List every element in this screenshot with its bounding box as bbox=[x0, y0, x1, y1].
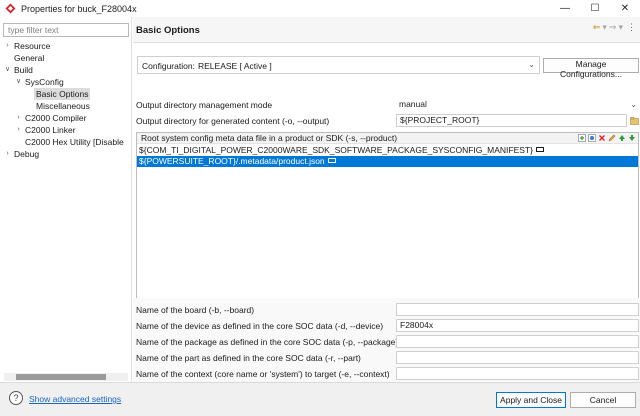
product-list-header: Root system config meta data file in a p… bbox=[137, 133, 638, 144]
output-dir-label: Output directory for generated content (… bbox=[136, 116, 330, 126]
context-input[interactable] bbox=[396, 367, 639, 380]
sidebar-item-basic-options[interactable]: Basic Options bbox=[0, 88, 132, 100]
list-item[interactable]: ${COM_TI_DIGITAL_POWER_C2000WARE_SDK_SOF… bbox=[137, 145, 638, 156]
sidebar-item-sysconfig[interactable]: ∨ SysConfig bbox=[0, 76, 132, 88]
configuration-selector[interactable]: Configuration: RELEASE [ Active ] ⌄ bbox=[137, 56, 540, 74]
output-mode-value: manual bbox=[399, 99, 427, 109]
sidebar-item-label: Resource bbox=[14, 41, 51, 51]
maximize-button[interactable]: ☐ bbox=[580, 0, 610, 17]
sidebar-item-c2000-linker[interactable]: › C2000 Linker bbox=[0, 124, 132, 136]
sidebar-item-label: Build bbox=[14, 65, 33, 75]
sidebar-item-build[interactable]: ∨ Build bbox=[0, 64, 132, 76]
sidebar-item-label: SysConfig bbox=[25, 77, 64, 87]
move-up-icon[interactable] bbox=[618, 134, 626, 142]
sidebar-item-label: Basic Options bbox=[34, 88, 91, 100]
close-button[interactable]: ✕ bbox=[610, 0, 640, 17]
forward-arrow-icon[interactable]: ⇒ bbox=[609, 22, 617, 33]
output-mode-label: Output directory management mode bbox=[136, 100, 273, 110]
add-icon[interactable] bbox=[578, 134, 586, 142]
sidebar-item-general[interactable]: General bbox=[0, 52, 132, 64]
list-item-text: ${COM_TI_DIGITAL_POWER_C2000WARE_SDK_SOF… bbox=[139, 145, 533, 155]
settings-tree: › Resource General ∨ Build ∨ SysConfig Basic Op… bbox=[0, 40, 132, 160]
product-list[interactable]: Root system config meta data file in a p… bbox=[136, 132, 639, 316]
chevron-down-icon[interactable]: ∨ bbox=[3, 64, 12, 76]
delete-icon[interactable] bbox=[598, 134, 606, 142]
sidebar-scrollbar[interactable] bbox=[4, 373, 128, 381]
edit-icon[interactable] bbox=[608, 134, 616, 142]
page-header: Basic Options ⇐ ▾ ⇒ ▾ ⋮ bbox=[133, 17, 640, 43]
package-label: Name of the package as defined in the co… bbox=[136, 337, 399, 347]
dialog-footer: ? Show advanced settings Apply and Close… bbox=[0, 382, 640, 416]
chevron-down-icon[interactable]: ∨ bbox=[14, 76, 23, 88]
back-menu-icon[interactable]: ▾ bbox=[602, 22, 607, 33]
part-input[interactable] bbox=[396, 351, 639, 364]
board-input[interactable] bbox=[396, 303, 639, 316]
edit-value-icon[interactable] bbox=[327, 158, 336, 164]
help-icon[interactable]: ? bbox=[9, 391, 23, 405]
page-title: Basic Options bbox=[136, 25, 200, 36]
part-label: Name of the part as defined in the core … bbox=[136, 353, 361, 363]
list-item-text: ${POWERSUITE_ROOT}/.metadata/product.jso… bbox=[139, 156, 325, 166]
output-mode-select[interactable]: manual ⌄ bbox=[396, 99, 639, 112]
minimize-button[interactable]: — bbox=[550, 0, 580, 17]
configuration-label: Configuration: bbox=[142, 61, 195, 71]
add-workspace-icon[interactable] bbox=[588, 134, 596, 142]
chevron-right-icon[interactable]: › bbox=[3, 40, 12, 52]
device-input[interactable]: F28004x bbox=[396, 319, 639, 332]
chevron-right-icon[interactable]: › bbox=[14, 112, 23, 124]
app-icon bbox=[5, 3, 16, 14]
forward-menu-icon[interactable]: ▾ bbox=[618, 22, 623, 33]
configuration-value[interactable]: RELEASE [ Active ] bbox=[198, 61, 272, 71]
window-title: Properties for buck_F28004x bbox=[21, 3, 137, 14]
board-label: Name of the board (-b, --board) bbox=[136, 305, 255, 315]
sidebar-item-label: C2000 Hex Utility [Disable bbox=[25, 137, 124, 147]
output-dir-input[interactable]: ${PROJECT_ROOT} bbox=[396, 114, 627, 127]
main-panel: Basic Options ⇐ ▾ ⇒ ▾ ⋮ Configuration: R… bbox=[133, 17, 640, 382]
back-arrow-icon[interactable]: ⇐ bbox=[593, 22, 601, 33]
sidebar-item-c2000-hex-utility-disable[interactable]: C2000 Hex Utility [Disable bbox=[0, 136, 132, 148]
sidebar-item-label: Debug bbox=[14, 149, 40, 159]
chevron-right-icon[interactable]: › bbox=[14, 124, 23, 136]
browse-folder-icon[interactable] bbox=[630, 117, 639, 125]
move-down-icon[interactable] bbox=[628, 134, 636, 142]
device-fields-area: Name of the board (-b, --board) Name of … bbox=[133, 298, 640, 382]
package-input[interactable] bbox=[396, 335, 639, 348]
chevron-right-icon[interactable]: › bbox=[3, 148, 12, 160]
sidebar-item-c2000-compiler[interactable]: › C2000 Compiler bbox=[0, 112, 132, 124]
filter-input[interactable] bbox=[3, 23, 129, 37]
chevron-down-icon[interactable]: ⌄ bbox=[630, 99, 637, 110]
show-advanced-settings-link[interactable]: Show advanced settings bbox=[29, 394, 121, 404]
more-options-icon[interactable]: ⋮ bbox=[625, 22, 636, 33]
sidebar-item-label: C2000 Compiler bbox=[25, 113, 87, 123]
product-list-title: Root system config meta data file in a p… bbox=[141, 133, 398, 143]
chevron-down-icon[interactable]: ⌄ bbox=[528, 60, 535, 69]
list-item-selected[interactable]: ${POWERSUITE_ROOT}/.metadata/product.jso… bbox=[137, 156, 638, 167]
edit-value-icon[interactable] bbox=[535, 147, 544, 153]
device-label: Name of the device as defined in the cor… bbox=[136, 321, 384, 331]
context-label: Name of the context (core name or 'syste… bbox=[136, 369, 390, 379]
window-controls: — ☐ ✕ bbox=[550, 0, 640, 17]
sidebar-item-resource[interactable]: › Resource bbox=[0, 40, 132, 52]
title-bar: Properties for buck_F28004x — ☐ ✕ bbox=[0, 0, 640, 17]
cancel-button[interactable]: Cancel bbox=[570, 392, 636, 408]
apply-and-close-button[interactable]: Apply and Close bbox=[496, 392, 566, 408]
sidebar-item-label: General bbox=[14, 53, 45, 63]
sidebar-item-label: Miscellaneous bbox=[36, 101, 90, 111]
sidebar-item-debug[interactable]: › Debug bbox=[0, 148, 132, 160]
sidebar: ›ResourceGeneral∨Build∨SysConfigBasic Op… bbox=[0, 17, 132, 382]
history-nav: ⇐ ▾ ⇒ ▾ ⋮ bbox=[593, 22, 636, 33]
sidebar-item-label: C2000 Linker bbox=[25, 125, 76, 135]
sidebar-item-miscellaneous[interactable]: Miscellaneous bbox=[0, 100, 132, 112]
scrollbar-thumb[interactable] bbox=[16, 374, 106, 380]
manage-configurations-button[interactable]: Manage Configurations... bbox=[543, 58, 639, 79]
list-toolbar bbox=[578, 134, 636, 142]
